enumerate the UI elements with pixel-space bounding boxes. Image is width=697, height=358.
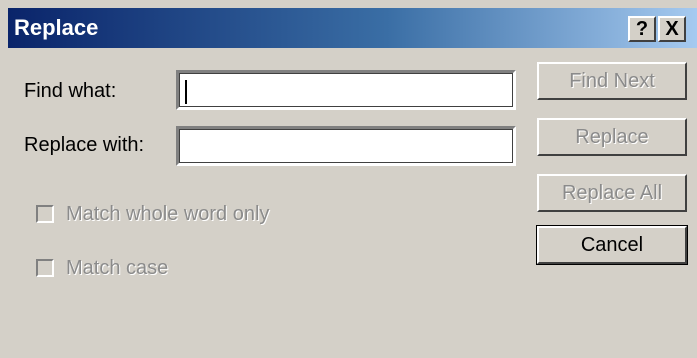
match-case-label[interactable]: Match case (66, 257, 168, 280)
title-bar[interactable]: Replace ? X (8, 8, 697, 48)
find-next-button[interactable]: Find Next (537, 62, 687, 100)
close-icon: X (665, 18, 679, 40)
replace-button[interactable]: Replace (537, 118, 687, 156)
find-what-label: Find what: (24, 80, 117, 102)
close-button[interactable]: X (658, 16, 686, 42)
match-case-checkbox[interactable] (36, 259, 54, 277)
window-title: Replace (14, 15, 99, 40)
replace-all-button[interactable]: Replace All (537, 174, 687, 212)
help-button[interactable]: ? (628, 16, 656, 42)
replace-with-input[interactable] (176, 126, 516, 166)
help-icon: ? (635, 18, 649, 40)
whole-word-checkbox[interactable] (36, 205, 54, 223)
whole-word-label[interactable]: Match whole word only (66, 203, 269, 226)
replace-with-label: Replace with: (24, 134, 145, 156)
replace-dialog: Replace ? X Find what: Replace with: Mat… (0, 0, 697, 358)
cancel-button[interactable]: Cancel (536, 225, 688, 265)
find-what-input[interactable] (176, 70, 516, 110)
text-caret (185, 80, 187, 104)
